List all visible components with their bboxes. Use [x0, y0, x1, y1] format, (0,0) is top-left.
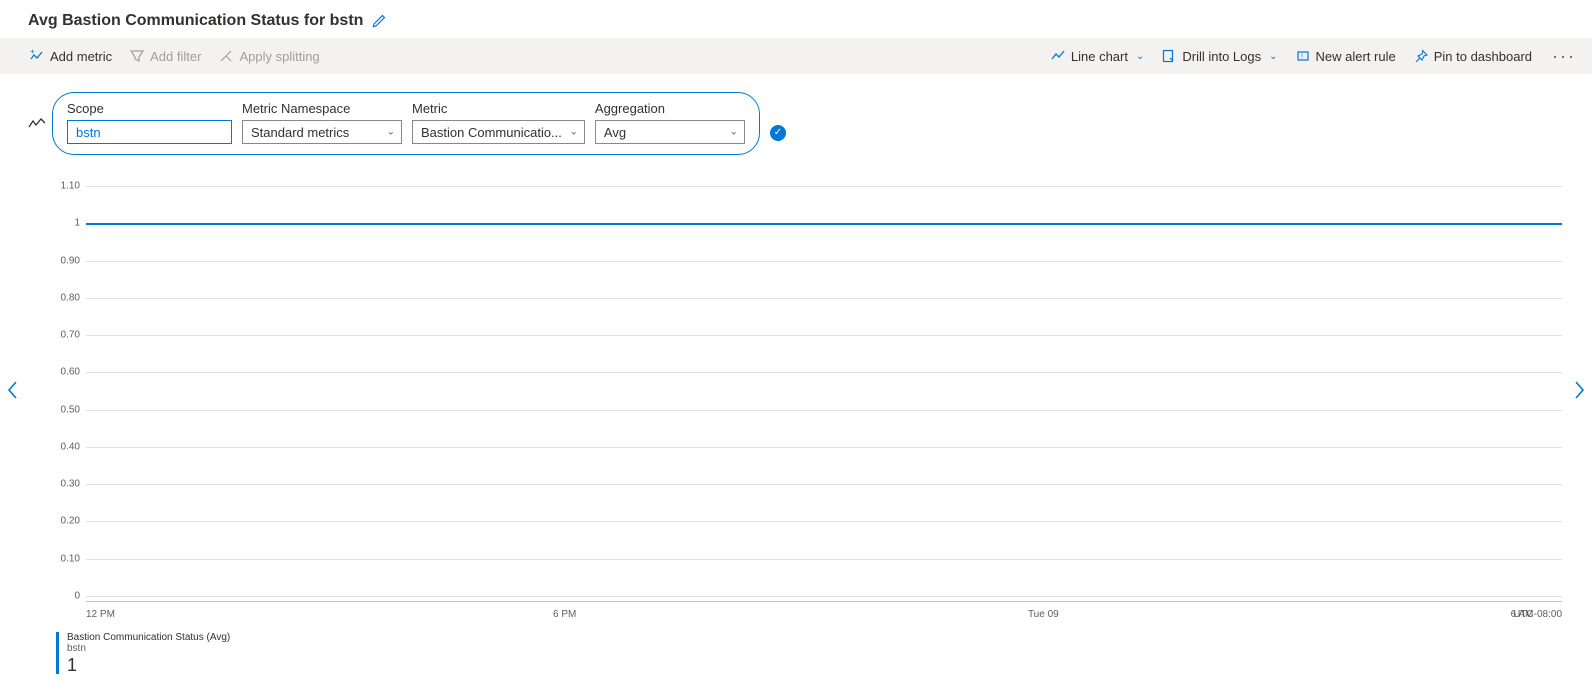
filter-icon: [130, 49, 144, 63]
chevron-down-icon: ⌄: [1136, 51, 1144, 62]
add-metric-label: Add metric: [50, 49, 112, 64]
scope-column: Scope bstn: [67, 101, 232, 144]
y-axis-tick-label: 0.80: [52, 292, 80, 303]
y-axis-tick-label: 0.60: [52, 367, 80, 378]
aggregation-column: Aggregation Avg ⌄: [595, 101, 745, 144]
legend-series-name: Bastion Communication Status (Avg): [67, 632, 230, 643]
drill-logs-button[interactable]: Drill into Logs ⌄: [1160, 45, 1279, 68]
add-filter-label: Add filter: [150, 49, 201, 64]
grid-line: [86, 410, 1562, 411]
page-title: Avg Bastion Communication Status for bst…: [28, 12, 363, 30]
grid-line: [86, 484, 1562, 485]
metric-series-icon: [28, 115, 46, 133]
legend-text: Bastion Communication Status (Avg) bstn …: [67, 632, 230, 674]
svg-text:+: +: [30, 49, 35, 56]
scope-label: Scope: [67, 101, 232, 116]
metric-pill: Scope bstn Metric Namespace Standard met…: [52, 92, 760, 155]
line-chart-icon: [1051, 49, 1065, 63]
line-chart-button[interactable]: Line chart ⌄: [1049, 45, 1146, 68]
alert-icon: !: [1296, 49, 1310, 63]
namespace-selector[interactable]: Standard metrics ⌄: [242, 120, 402, 144]
pin-dashboard-button[interactable]: Pin to dashboard: [1412, 45, 1534, 68]
grid-line: [86, 596, 1562, 597]
grid-line: [86, 298, 1562, 299]
line-chart[interactable]: 1.10 1 0.90 0.80 0.70 0.60 0.50 0.40 0.30 0.20 0.1…: [52, 180, 1562, 626]
x-axis: [86, 601, 1562, 602]
y-axis-tick-label: 0.20: [52, 516, 80, 527]
add-filter-button[interactable]: Add filter: [128, 45, 203, 68]
y-axis-tick-label: 0.30: [52, 479, 80, 490]
grid-line: [86, 261, 1562, 262]
y-axis-tick-label: 0.50: [52, 404, 80, 415]
scope-selector[interactable]: bstn: [67, 120, 232, 144]
apply-splitting-button[interactable]: Apply splitting: [217, 45, 321, 68]
metric-value: Bastion Communicatio...: [421, 125, 562, 140]
grid-line: [86, 372, 1562, 373]
chart-toolbar: + Add metric Add filter Apply splitting …: [0, 38, 1592, 74]
x-axis-tick-label: Tue 09: [1028, 609, 1059, 620]
aggregation-selector[interactable]: Avg ⌄: [595, 120, 745, 144]
next-chart-button[interactable]: [1572, 380, 1586, 400]
legend-color-swatch: [56, 632, 59, 674]
page-title-row: Avg Bastion Communication Status for bst…: [0, 0, 1592, 38]
grid-line: [86, 335, 1562, 336]
y-axis-tick-label: 1.10: [52, 181, 80, 192]
add-metric-icon: +: [30, 49, 44, 63]
aggregation-label: Aggregation: [595, 101, 745, 116]
line-chart-label: Line chart: [1071, 49, 1128, 64]
edit-icon[interactable]: [371, 13, 387, 29]
scope-value: bstn: [76, 125, 101, 140]
y-axis-tick-label: 0.70: [52, 330, 80, 341]
metric-label: Metric: [412, 101, 585, 116]
x-axis-tick-label: 6 PM: [553, 609, 576, 620]
logs-icon: [1162, 49, 1176, 63]
legend-value: 1: [67, 656, 230, 674]
check-icon[interactable]: ✓: [770, 125, 786, 141]
prev-chart-button[interactable]: [6, 380, 20, 400]
legend-resource: bstn: [67, 643, 230, 654]
toolbar-left: + Add metric Add filter Apply splitting: [28, 45, 1035, 68]
new-alert-label: New alert rule: [1316, 49, 1396, 64]
drill-logs-label: Drill into Logs: [1182, 49, 1261, 64]
namespace-value: Standard metrics: [251, 125, 349, 140]
namespace-label: Metric Namespace: [242, 101, 402, 116]
chevron-down-icon: ⌄: [570, 127, 578, 138]
split-icon: [219, 49, 233, 63]
pin-icon: [1414, 49, 1428, 63]
metric-picker: Scope bstn Metric Namespace Standard met…: [28, 92, 1592, 155]
namespace-column: Metric Namespace Standard metrics ⌄: [242, 101, 402, 144]
chevron-down-icon: ⌄: [730, 127, 738, 138]
metric-column: Metric Bastion Communicatio... ⌄: [412, 101, 585, 144]
timezone-label: UTC-08:00: [1513, 609, 1562, 620]
series-line: [86, 223, 1562, 225]
more-menu-button[interactable]: ···: [1548, 46, 1580, 67]
y-axis-tick-label: 0.90: [52, 255, 80, 266]
grid-line: [86, 447, 1562, 448]
add-metric-button[interactable]: + Add metric: [28, 45, 114, 68]
apply-splitting-label: Apply splitting: [239, 49, 319, 64]
y-axis-tick-label: 0.40: [52, 441, 80, 452]
y-axis-tick-label: 1: [52, 218, 80, 229]
grid-line: [86, 521, 1562, 522]
grid-line: [86, 559, 1562, 560]
y-axis-tick-label: 0: [52, 591, 80, 602]
x-axis-tick-label: 12 PM: [86, 609, 115, 620]
chevron-down-icon: ⌄: [1269, 51, 1277, 62]
y-axis-tick-label: 0.10: [52, 553, 80, 564]
new-alert-button[interactable]: ! New alert rule: [1294, 45, 1398, 68]
chevron-down-icon: ⌄: [387, 127, 395, 138]
toolbar-right: Line chart ⌄ Drill into Logs ⌄ ! New ale…: [1049, 45, 1580, 68]
aggregation-value: Avg: [604, 125, 626, 140]
grid-line: [86, 186, 1562, 187]
metric-selector[interactable]: Bastion Communicatio... ⌄: [412, 120, 585, 144]
chart-legend[interactable]: Bastion Communication Status (Avg) bstn …: [56, 632, 230, 674]
pin-label: Pin to dashboard: [1434, 49, 1532, 64]
svg-text:!: !: [1301, 54, 1303, 61]
